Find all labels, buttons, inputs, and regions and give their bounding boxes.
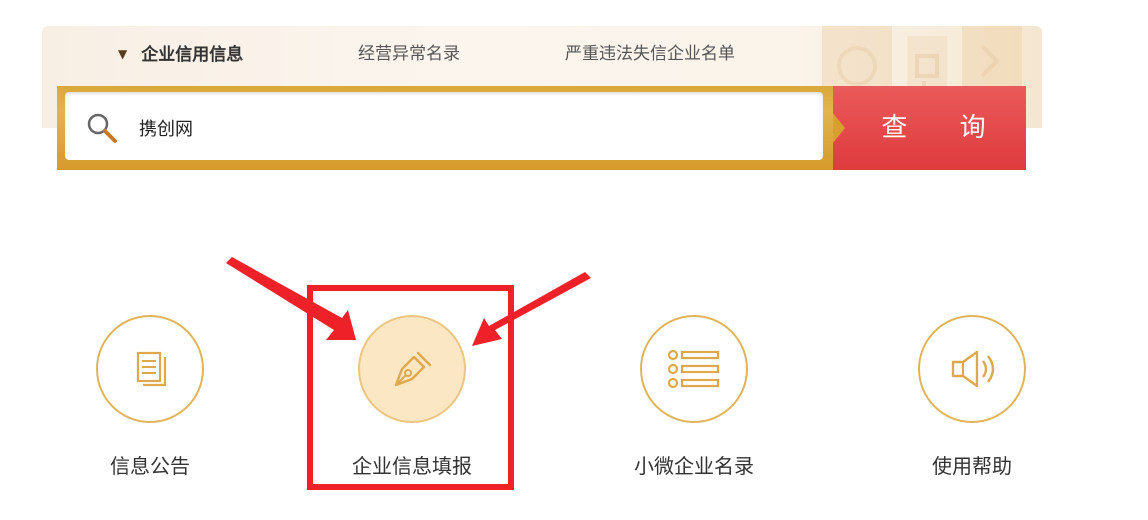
nav-tabs: ▼ 企业信用信息 经营异常名录 严重违法失信企业名单 bbox=[42, 40, 742, 68]
tab-label: 严重违法失信企业名单 bbox=[565, 44, 735, 64]
search-frame bbox=[57, 86, 833, 170]
quick-item-announcements[interactable]: 信息公告 bbox=[51, 315, 231, 485]
tab-label: 企业信用信息 bbox=[141, 45, 244, 65]
circle-frame bbox=[96, 315, 204, 423]
circle-frame bbox=[640, 315, 748, 423]
search-input[interactable] bbox=[137, 110, 801, 146]
search-icon bbox=[87, 113, 117, 143]
caret-down-icon: ▼ bbox=[118, 47, 128, 61]
button-notch bbox=[833, 113, 845, 143]
tab-label: 经营异常名录 bbox=[358, 44, 460, 64]
tab-serious-violation[interactable]: 严重违法失信企业名单 bbox=[565, 40, 735, 68]
quick-item-small-business[interactable]: 小微企业名录 bbox=[595, 315, 775, 485]
tab-enterprise-credit[interactable]: ▼ 企业信用信息 bbox=[118, 40, 243, 68]
quick-item-label: 信息公告 bbox=[110, 454, 190, 478]
quick-item-label: 小微企业名录 bbox=[634, 454, 754, 478]
list-icon bbox=[667, 349, 720, 389]
search-box bbox=[65, 92, 823, 160]
highlight-box bbox=[307, 285, 514, 490]
quick-item-label: 使用帮助 bbox=[932, 454, 1012, 478]
tab-abnormal-operation[interactable]: 经营异常名录 bbox=[358, 40, 460, 68]
query-button-label: 查 询 bbox=[881, 113, 1008, 143]
document-icon bbox=[136, 351, 167, 387]
speaker-icon bbox=[951, 350, 995, 388]
quick-item-help[interactable]: 使用帮助 bbox=[873, 315, 1053, 485]
circle-frame bbox=[918, 315, 1026, 423]
query-button[interactable]: 查 询 bbox=[833, 86, 1026, 170]
